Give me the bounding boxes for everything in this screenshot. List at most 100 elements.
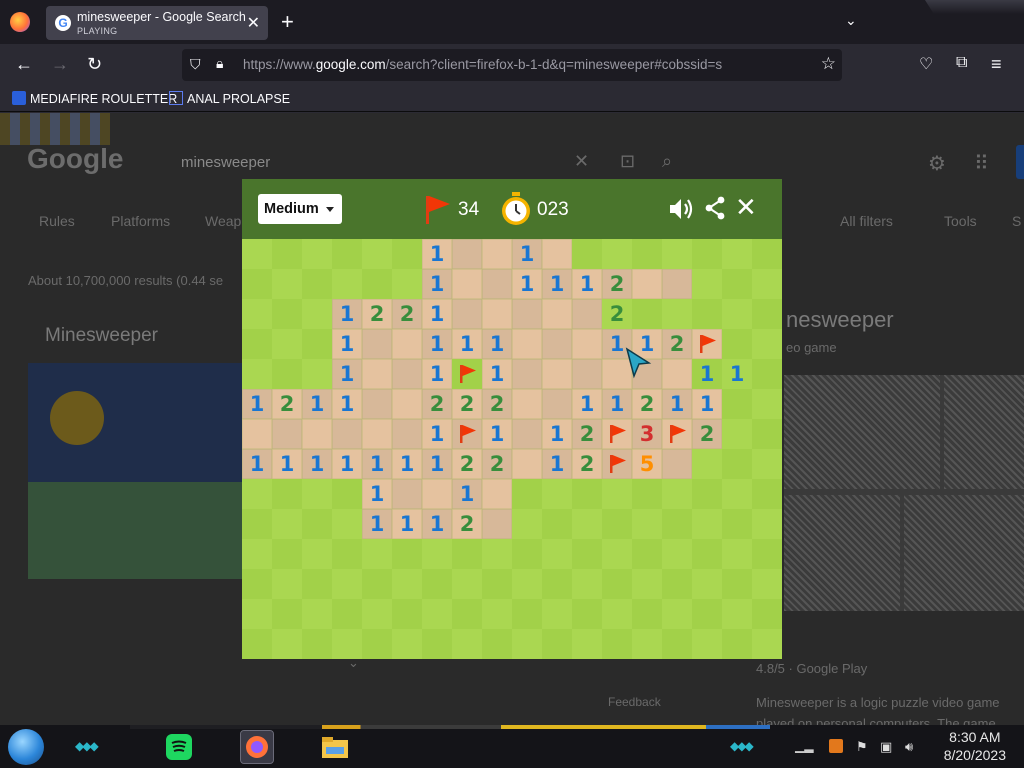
- tab-minesweeper[interactable]: G minesweeper - Google Search PLAYING ✕: [46, 6, 268, 40]
- action-center-flag-icon[interactable]: ⚑: [856, 739, 870, 754]
- covered-cell[interactable]: [272, 359, 302, 389]
- empty-cell[interactable]: [452, 299, 482, 329]
- covered-cell[interactable]: [362, 629, 392, 659]
- number-cell[interactable]: 1: [362, 479, 392, 509]
- empty-cell[interactable]: [572, 299, 602, 329]
- number-cell[interactable]: 1: [332, 359, 362, 389]
- covered-cell[interactable]: [302, 599, 332, 629]
- all-filters[interactable]: All filters: [840, 213, 893, 229]
- covered-cell[interactable]: [602, 479, 632, 509]
- covered-cell[interactable]: [332, 509, 362, 539]
- search-input[interactable]: minesweeper: [181, 154, 270, 171]
- covered-cell[interactable]: [572, 509, 602, 539]
- list-all-tabs-icon[interactable]: ⌄: [845, 12, 857, 29]
- search-icon[interactable]: ⌕: [662, 151, 672, 172]
- covered-cell[interactable]: [722, 329, 752, 359]
- empty-cell[interactable]: [482, 269, 512, 299]
- empty-cell[interactable]: [542, 329, 572, 359]
- nav-platforms[interactable]: Platforms: [111, 213, 170, 229]
- covered-cell[interactable]: [692, 599, 722, 629]
- covered-cell[interactable]: [632, 509, 662, 539]
- empty-cell[interactable]: [542, 359, 572, 389]
- covered-cell[interactable]: [752, 299, 782, 329]
- covered-cell[interactable]: [722, 599, 752, 629]
- flagged-cell[interactable]: [692, 329, 722, 359]
- covered-cell[interactable]: [752, 479, 782, 509]
- covered-cell[interactable]: [572, 539, 602, 569]
- covered-cell[interactable]: [602, 629, 632, 659]
- firefox-menu-icon[interactable]: [10, 12, 30, 32]
- covered-cell[interactable]: [242, 239, 272, 269]
- covered-cell[interactable]: [542, 599, 572, 629]
- covered-cell[interactable]: [722, 569, 752, 599]
- covered-cell[interactable]: [632, 479, 662, 509]
- covered-cell[interactable]: [632, 629, 662, 659]
- number-cell[interactable]: 1: [422, 359, 452, 389]
- covered-cell[interactable]: [272, 509, 302, 539]
- sign-in-button[interactable]: [1016, 145, 1024, 179]
- number-cell[interactable]: 1: [362, 509, 392, 539]
- covered-cell[interactable]: [722, 509, 752, 539]
- empty-cell[interactable]: [632, 269, 662, 299]
- number-cell[interactable]: 2: [632, 389, 662, 419]
- covered-cell[interactable]: [302, 479, 332, 509]
- spotify-icon[interactable]: [163, 731, 195, 763]
- covered-cell[interactable]: [242, 269, 272, 299]
- number-cell[interactable]: 2: [392, 299, 422, 329]
- number-cell[interactable]: 1: [512, 269, 542, 299]
- number-cell[interactable]: 2: [482, 449, 512, 479]
- covered-cell[interactable]: [722, 539, 752, 569]
- covered-cell[interactable]: [512, 509, 542, 539]
- empty-cell[interactable]: [392, 359, 422, 389]
- number-cell[interactable]: 1: [602, 389, 632, 419]
- kp-image-1[interactable]: [784, 375, 940, 489]
- covered-cell[interactable]: [662, 599, 692, 629]
- empty-cell[interactable]: [362, 359, 392, 389]
- empty-cell[interactable]: [482, 479, 512, 509]
- number-cell[interactable]: 2: [482, 389, 512, 419]
- covered-cell[interactable]: [572, 599, 602, 629]
- covered-cell[interactable]: [512, 539, 542, 569]
- covered-cell[interactable]: [242, 569, 272, 599]
- covered-cell[interactable]: [692, 509, 722, 539]
- covered-cell[interactable]: [752, 569, 782, 599]
- covered-cell[interactable]: [332, 479, 362, 509]
- empty-cell[interactable]: [422, 479, 452, 509]
- covered-cell[interactable]: [242, 479, 272, 509]
- covered-cell[interactable]: [542, 629, 572, 659]
- number-cell[interactable]: 1: [512, 239, 542, 269]
- share-icon[interactable]: [704, 196, 726, 220]
- covered-cell[interactable]: [362, 239, 392, 269]
- empty-cell[interactable]: [362, 329, 392, 359]
- number-cell[interactable]: 2: [602, 269, 632, 299]
- covered-cell[interactable]: [752, 509, 782, 539]
- covered-cell[interactable]: [242, 299, 272, 329]
- number-cell[interactable]: 1: [422, 239, 452, 269]
- kp-image-grid[interactable]: [784, 375, 1024, 611]
- covered-cell[interactable]: [542, 479, 572, 509]
- empty-cell[interactable]: [392, 419, 422, 449]
- covered-cell[interactable]: [452, 539, 482, 569]
- number-cell[interactable]: 1: [722, 359, 752, 389]
- taskbar-clock[interactable]: 8:30 AM 8/20/2023: [944, 728, 1006, 764]
- start-orb-icon[interactable]: [8, 729, 44, 765]
- covered-cell[interactable]: [752, 629, 782, 659]
- empty-cell[interactable]: [392, 329, 422, 359]
- number-cell[interactable]: 2: [662, 329, 692, 359]
- firefox-icon[interactable]: [240, 730, 274, 764]
- covered-cell[interactable]: [452, 629, 482, 659]
- kp-image-2[interactable]: [944, 375, 1024, 489]
- covered-cell[interactable]: [332, 629, 362, 659]
- clear-search-icon[interactable]: ✕: [574, 151, 589, 172]
- covered-cell[interactable]: [242, 359, 272, 389]
- safesearch-link[interactable]: S: [1012, 213, 1021, 229]
- number-cell[interactable]: 1: [362, 449, 392, 479]
- number-cell[interactable]: 1: [452, 329, 482, 359]
- number-cell[interactable]: 1: [692, 389, 722, 419]
- covered-cell[interactable]: [332, 599, 362, 629]
- number-cell[interactable]: 1: [482, 419, 512, 449]
- covered-cell[interactable]: [332, 539, 362, 569]
- url-text[interactable]: https://www.google.com/search?client=fir…: [243, 57, 722, 72]
- bookmark-star-icon[interactable]: ☆: [821, 54, 836, 74]
- covered-cell[interactable]: [662, 569, 692, 599]
